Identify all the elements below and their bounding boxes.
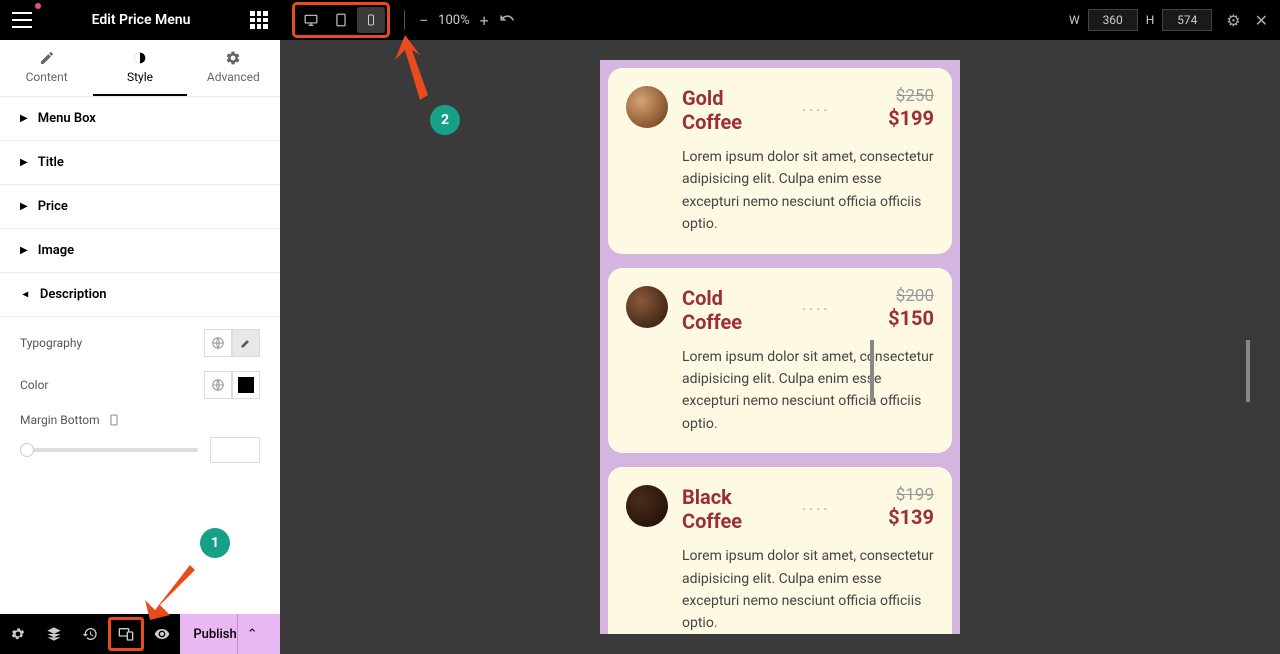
menu-item-card: GoldCoffee - - - - $250$199 Lorem ipsum … bbox=[608, 68, 952, 254]
divider-dots: - - - - bbox=[802, 105, 828, 116]
annotation-badge-2: 2 bbox=[430, 105, 460, 135]
editor-tabs: Content Style Advanced bbox=[0, 40, 280, 97]
description-controls: Typography Color Margin Bottom bbox=[0, 317, 280, 475]
typography-edit-button[interactable] bbox=[232, 329, 260, 357]
sidebar-header: Edit Price Menu bbox=[0, 0, 280, 40]
old-price: $199 bbox=[888, 485, 934, 505]
tab-advanced[interactable]: Advanced bbox=[187, 40, 280, 96]
style-icon bbox=[132, 50, 148, 66]
height-input[interactable] bbox=[1162, 9, 1212, 31]
item-image bbox=[626, 485, 668, 527]
margin-slider[interactable] bbox=[20, 448, 198, 452]
device-icon[interactable] bbox=[108, 413, 120, 427]
height-label: H bbox=[1146, 13, 1155, 27]
item-name: GoldCoffee bbox=[682, 86, 742, 134]
mobile-icon bbox=[365, 12, 377, 28]
mobile-viewport: GoldCoffee - - - - $250$199 Lorem ipsum … bbox=[600, 60, 960, 634]
preview-topbar: − 100% + W H ⚙ ✕ bbox=[280, 0, 1280, 40]
item-image bbox=[626, 286, 668, 328]
color-globe-button[interactable] bbox=[204, 371, 232, 399]
device-switcher bbox=[292, 2, 390, 38]
item-name: ColdCoffee bbox=[682, 286, 742, 334]
zoom-value: 100% bbox=[438, 13, 469, 28]
responsive-mode-button[interactable] bbox=[108, 617, 144, 651]
panel-title: Edit Price Menu bbox=[32, 12, 250, 28]
zoom-controls: − 100% + bbox=[419, 10, 515, 30]
annotation-arrow-1 bbox=[140, 560, 200, 620]
divider-dots: - - - - bbox=[802, 504, 828, 515]
zoom-in-button[interactable]: + bbox=[480, 11, 489, 30]
undo-icon bbox=[499, 10, 515, 26]
section-title[interactable]: ▶Title bbox=[0, 141, 280, 185]
color-swatch bbox=[238, 377, 254, 393]
new-price: $150 bbox=[888, 306, 934, 330]
annotation-badge-1: 1 bbox=[200, 528, 230, 558]
globe-icon bbox=[211, 336, 225, 350]
gear-icon bbox=[225, 50, 241, 66]
viewport-resize-handle-right[interactable] bbox=[1246, 340, 1250, 402]
divider-dots: - - - - bbox=[802, 304, 828, 315]
globe-icon bbox=[211, 378, 225, 392]
mobile-device-button[interactable] bbox=[357, 7, 385, 33]
typography-label: Typography bbox=[20, 336, 82, 350]
section-menu-box[interactable]: ▶Menu Box bbox=[0, 97, 280, 141]
desktop-device-button[interactable] bbox=[297, 7, 325, 33]
margin-input[interactable] bbox=[210, 437, 260, 463]
tab-style[interactable]: Style bbox=[93, 40, 186, 96]
canvas-area: GoldCoffee - - - - $250$199 Lorem ipsum … bbox=[280, 40, 1280, 654]
item-description: Lorem ipsum dolor sit amet, consectetur … bbox=[682, 346, 934, 436]
gear-icon bbox=[10, 626, 26, 642]
old-price: $200 bbox=[888, 286, 934, 306]
menu-item-card: BlackCoffee - - - - $199$139 Lorem ipsum… bbox=[608, 467, 952, 634]
eye-icon bbox=[153, 626, 171, 642]
color-picker-button[interactable] bbox=[232, 371, 260, 399]
slider-thumb[interactable] bbox=[20, 443, 34, 457]
publish-options-caret[interactable]: ⌃ bbox=[237, 614, 267, 654]
history-button[interactable] bbox=[72, 614, 108, 654]
item-name: BlackCoffee bbox=[682, 485, 742, 533]
settings-icon[interactable]: ⚙ bbox=[1226, 11, 1240, 30]
margin-bottom-label: Margin Bottom bbox=[20, 413, 100, 427]
preview-button[interactable] bbox=[144, 614, 180, 654]
new-price: $139 bbox=[888, 505, 934, 529]
layers-icon bbox=[46, 626, 62, 642]
section-description[interactable]: ▼Description bbox=[0, 273, 280, 317]
pencil-icon bbox=[39, 50, 55, 66]
dimension-controls: W H ⚙ ✕ bbox=[1069, 9, 1268, 31]
desktop-icon bbox=[302, 13, 320, 27]
navigator-button[interactable] bbox=[36, 614, 72, 654]
item-description: Lorem ipsum dolor sit amet, consectetur … bbox=[682, 545, 934, 634]
history-icon bbox=[82, 626, 98, 642]
bottom-toolbar: Publish ⌃ bbox=[0, 614, 280, 654]
apps-grid-icon[interactable] bbox=[250, 11, 268, 29]
tab-content[interactable]: Content bbox=[0, 40, 93, 96]
viewport-resize-handle-left[interactable] bbox=[870, 340, 874, 402]
old-price: $250 bbox=[888, 86, 934, 106]
tablet-device-button[interactable] bbox=[327, 7, 355, 33]
publish-button[interactable]: Publish ⌃ bbox=[180, 614, 280, 654]
item-description: Lorem ipsum dolor sit amet, consectetur … bbox=[682, 146, 934, 236]
hamburger-icon[interactable] bbox=[12, 10, 32, 30]
section-image[interactable]: ▶Image bbox=[0, 229, 280, 273]
zoom-reset-button[interactable] bbox=[499, 10, 515, 30]
menu-item-card: ColdCoffee - - - - $200$150 Lorem ipsum … bbox=[608, 268, 952, 454]
notification-dot bbox=[35, 3, 41, 9]
zoom-out-button[interactable]: − bbox=[419, 11, 428, 30]
pencil-icon bbox=[240, 337, 252, 349]
width-label: W bbox=[1069, 13, 1080, 27]
section-price[interactable]: ▶Price bbox=[0, 185, 280, 229]
editor-sidebar: Edit Price Menu Content Style Advanced ▶… bbox=[0, 0, 280, 614]
settings-button[interactable] bbox=[0, 614, 36, 654]
item-image bbox=[626, 86, 668, 128]
typography-globe-button[interactable] bbox=[204, 329, 232, 357]
new-price: $199 bbox=[888, 106, 934, 130]
close-icon[interactable]: ✕ bbox=[1255, 11, 1268, 30]
annotation-arrow-2 bbox=[390, 35, 440, 105]
tablet-icon bbox=[334, 12, 348, 28]
color-label: Color bbox=[20, 378, 48, 392]
width-input[interactable] bbox=[1088, 9, 1138, 31]
responsive-icon bbox=[117, 626, 135, 642]
divider bbox=[404, 10, 405, 30]
